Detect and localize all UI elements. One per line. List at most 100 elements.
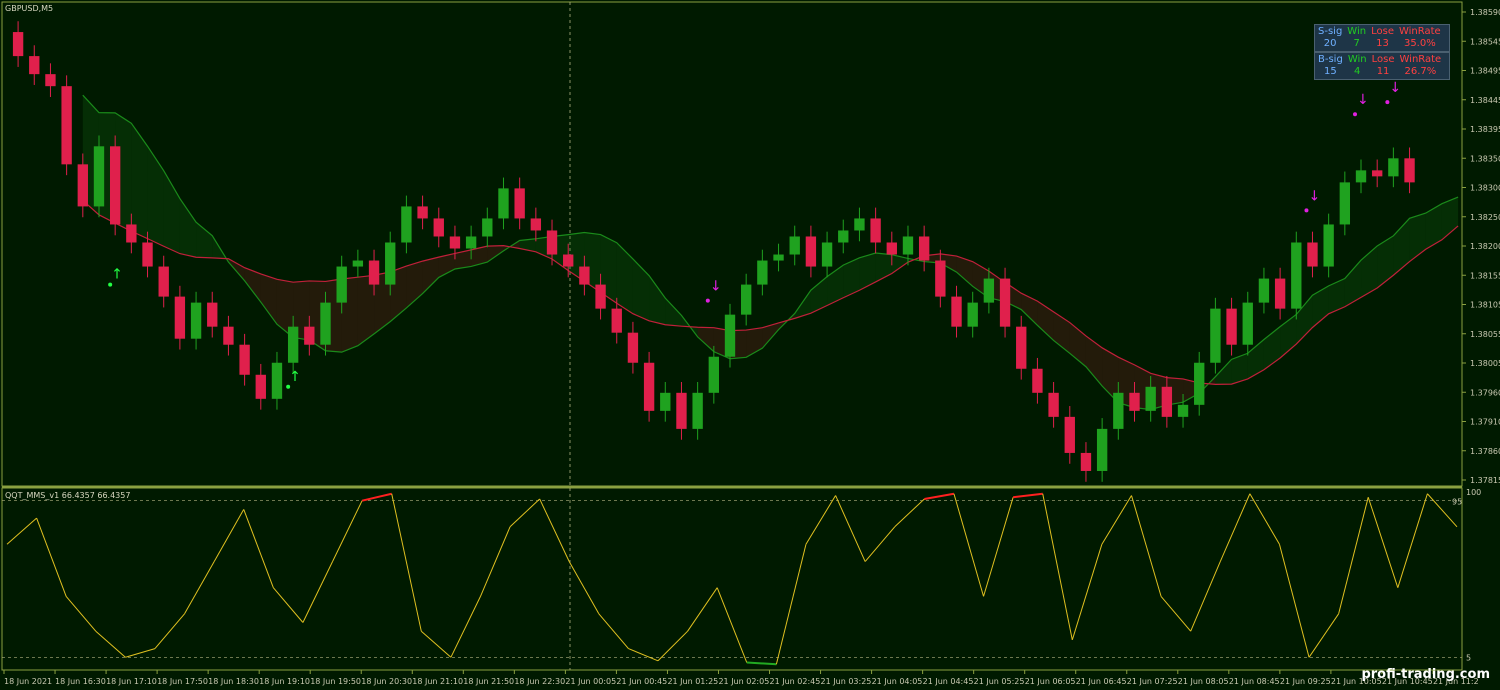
stat-value: 11: [1376, 66, 1390, 77]
oscillator-segment: [568, 561, 600, 615]
candle-body: [109, 146, 121, 225]
candle-body: [1339, 182, 1351, 225]
cloud-segment: [131, 123, 148, 239]
buy-dot: [108, 282, 113, 287]
sell-arrow-icon: ↓: [1308, 188, 1320, 204]
candle-body: [77, 164, 88, 207]
chart-title: GBPUSD,M5: [5, 4, 53, 13]
candle-body: [304, 326, 315, 345]
cloud-segment: [810, 276, 828, 314]
candle-body: [1129, 392, 1140, 411]
candle-body: [627, 332, 639, 363]
price-label: 1.37860: [1470, 447, 1500, 456]
time-label: 18 Jun 22:30: [514, 677, 565, 686]
stat-value: 20: [1323, 38, 1337, 49]
oscillator-segment: [332, 500, 363, 562]
oscillator-segment: [184, 561, 215, 615]
oscillator-segment: [154, 613, 185, 649]
candle-body: [902, 236, 914, 255]
candle-body: [1194, 362, 1205, 405]
time-label: 21 Jun 00:45: [616, 677, 667, 686]
cloud-segment: [147, 146, 164, 247]
candle-body: [1355, 170, 1367, 183]
candle-body: [1032, 368, 1043, 393]
oscillator-segment: [450, 596, 481, 658]
oscillator-segment: [125, 648, 156, 658]
oscillator-segment: [1160, 596, 1192, 632]
watermark: profi-trading.com: [1361, 667, 1490, 682]
candle-body: [692, 392, 703, 429]
candle-body: [336, 266, 347, 303]
time-label: 18 Jun 16:30: [55, 677, 106, 686]
candle-body: [1177, 404, 1189, 417]
oscillator-segment: [1042, 493, 1073, 640]
cloud-segment: [1328, 278, 1345, 314]
candle-body: [999, 278, 1011, 327]
oscillator-segment: [302, 561, 333, 623]
oscillator-segment: [420, 630, 452, 658]
candle-body: [1274, 278, 1286, 309]
oscillator-segment: [1190, 561, 1221, 632]
price-label: 1.38105: [1470, 301, 1500, 310]
candle-body: [595, 284, 606, 309]
stat-value: 13: [1376, 38, 1389, 49]
candle-body: [1096, 428, 1108, 471]
price-label: 1.38200: [1470, 242, 1500, 251]
candle-body: [741, 284, 752, 315]
time-label: 18 Jun 19:50: [310, 677, 361, 686]
oscillator-segment: [272, 587, 304, 623]
candle-body: [854, 218, 865, 231]
candle-body: [918, 236, 930, 261]
oscillator-segment: [1219, 493, 1251, 562]
candle-body: [1048, 392, 1059, 417]
candle-body: [805, 236, 817, 267]
oscillator-segment: [1013, 492, 1043, 499]
candle-body: [1388, 158, 1399, 177]
candles: [12, 21, 1415, 482]
time-label: 18 Jun 21:10: [412, 677, 463, 686]
candle-body: [546, 230, 558, 255]
time-label: 21 Jun 01:25: [667, 677, 718, 686]
candle-body: [190, 302, 202, 339]
candle-body: [1016, 326, 1027, 369]
time-label: 18 Jun 20:30: [361, 677, 412, 686]
cloud-segment: [179, 198, 197, 258]
candle-body: [1080, 452, 1092, 471]
sell-dot: [705, 298, 710, 303]
chart-canvas[interactable]: ↑ ↑ ↓ ↓ ↓ ↓ 1.38590 1.38545 1.38495 1.38445 1.383…: [0, 0, 1500, 690]
oscillator-segment: [1249, 493, 1280, 545]
oscillator-segment: [6, 517, 37, 545]
price-label: 1.38445: [1470, 96, 1500, 105]
price-label: 1.38590: [1470, 8, 1500, 17]
buy-arrow-icon: ↑: [289, 369, 301, 385]
candle-body: [1145, 386, 1156, 411]
time-label: 21 Jun 00:05: [565, 677, 616, 686]
candle-body: [174, 296, 186, 339]
cloud-segment: [1377, 235, 1394, 288]
candle-body: [563, 254, 574, 267]
stat-value: 7: [1353, 38, 1360, 49]
cloud-segment: [260, 273, 277, 325]
cloud-segment: [487, 245, 504, 263]
cloud-segment: [632, 258, 650, 321]
candle-body: [886, 242, 897, 255]
buy-signal-stats: B-sig Win Lose WinRate 15 4 11 26.7%: [1314, 52, 1451, 80]
indicator-panel-frame: [1, 487, 1463, 671]
oscillator-segment: [598, 613, 629, 649]
oscillator-segment: [539, 498, 570, 562]
sell-arrow-icon: ↓: [1357, 92, 1369, 108]
price-label: 1.38005: [1470, 359, 1500, 368]
price-label: 1.38495: [1470, 67, 1500, 76]
candle-body: [757, 260, 768, 285]
oscillator-segment: [746, 661, 777, 666]
candle-body: [935, 260, 946, 297]
candle-body: [368, 260, 380, 285]
candle-body: [514, 188, 525, 219]
cloud-segment: [1247, 339, 1264, 379]
candle-body: [530, 218, 542, 231]
candle-body: [142, 242, 153, 267]
price-label: 1.38250: [1470, 213, 1500, 222]
time-label: 21 Jun 04:45: [923, 677, 974, 686]
candle-body: [207, 302, 218, 327]
stat-header: WinRate: [1399, 54, 1442, 65]
